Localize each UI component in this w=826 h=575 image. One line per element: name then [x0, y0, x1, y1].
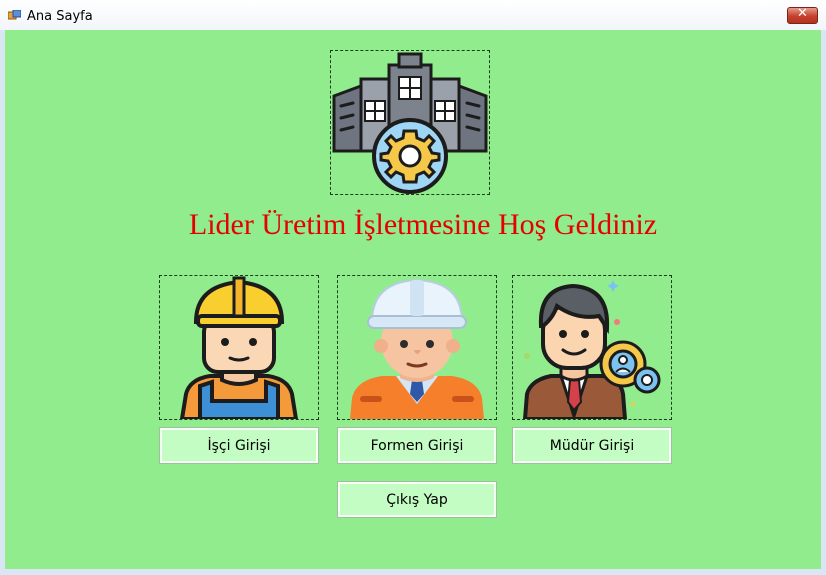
worker-icon — [179, 276, 299, 421]
welcome-heading: Lider Üretim İşletmesine Hoş Geldiniz — [188, 208, 658, 241]
manager-picturebox — [512, 275, 672, 421]
form-client-area: Lider Üretim İşletmesine Hoş Geldiniz İş… — [5, 30, 821, 569]
foreman-login-button[interactable]: Formen Girişi — [337, 427, 497, 464]
app-window-icon — [8, 10, 21, 20]
close-button[interactable]: ✕ — [787, 6, 818, 24]
logo-picturebox — [330, 50, 490, 195]
worker-picturebox — [159, 275, 319, 421]
factory-gear-icon — [332, 52, 488, 194]
worker-login-label: İşçi Girişi — [207, 437, 271, 454]
window-title: Ana Sayfa — [27, 9, 93, 24]
manager-icon — [522, 280, 661, 421]
manager-login-label: Müdür Girişi — [549, 437, 635, 454]
worker-login-button[interactable]: İşçi Girişi — [159, 427, 319, 464]
exit-label: Çıkış Yap — [386, 491, 448, 508]
foreman-picturebox — [337, 275, 497, 420]
main-window: Ana Sayfa ✕ Lider Üretim İşletmesine Hoş… — [0, 0, 826, 575]
close-icon: ✕ — [797, 6, 808, 21]
foreman-icon — [350, 278, 484, 419]
window-bottom-border — [0, 569, 826, 575]
exit-button[interactable]: Çıkış Yap — [337, 481, 497, 518]
title-bar: Ana Sayfa ✕ — [0, 0, 826, 30]
manager-login-button[interactable]: Müdür Girişi — [512, 427, 672, 464]
foreman-login-label: Formen Girişi — [370, 437, 464, 454]
